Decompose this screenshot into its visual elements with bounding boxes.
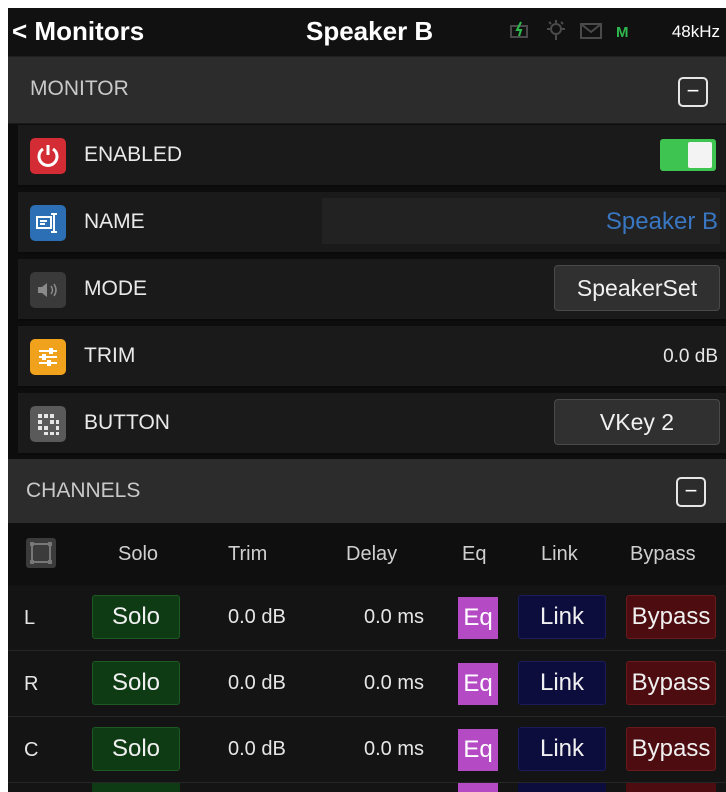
button-label: BUTTON <box>84 411 170 434</box>
link-button[interactable]: Link <box>518 661 606 705</box>
column-solo: Solo <box>118 543 159 565</box>
trim-row: TRIM 0.0 dB <box>18 326 726 388</box>
select-all-icon[interactable] <box>26 538 56 568</box>
column-eq: Eq <box>462 543 487 565</box>
solo-button[interactable]: Solo <box>92 661 180 705</box>
monitor-section-header: MONITOR − <box>8 57 726 124</box>
bypass-button[interactable]: Bypass <box>626 727 716 771</box>
channel-delay[interactable]: 0.0 ms <box>364 738 424 761</box>
column-link: Link <box>541 543 578 565</box>
channel-row: L Solo 0.0 dB 0.0 ms Eq Link Bypass <box>8 585 726 651</box>
channel-delay[interactable]: 0.0 ms <box>364 672 424 695</box>
enabled-row: ENABLED <box>18 125 726 187</box>
name-input-value: Speaker B <box>605 208 718 235</box>
name-label: NAME <box>84 210 145 233</box>
sliders-icon <box>30 339 66 375</box>
column-bypass: Bypass <box>630 543 696 565</box>
trim-value[interactable]: 0.0 dB <box>663 346 718 368</box>
channel-delay[interactable]: 0.0 ms <box>364 606 424 629</box>
sample-rate: 48kHz <box>671 22 720 41</box>
speaker-icon <box>30 272 66 308</box>
mode-dropdown[interactable]: SpeakerSet <box>554 265 720 311</box>
link-button[interactable]: Link <box>518 595 606 639</box>
channel-trim[interactable]: 0.0 dB <box>228 606 286 629</box>
mode-label: MODE <box>84 277 147 300</box>
link-button[interactable] <box>518 783 606 792</box>
column-trim: Trim <box>228 543 268 565</box>
mode-row: MODE SpeakerSet <box>18 259 726 321</box>
top-bar: < Monitors Speaker B M 48kHz <box>8 8 726 57</box>
eq-button[interactable] <box>458 783 498 792</box>
solo-button[interactable]: Solo <box>92 595 180 639</box>
button-dropdown[interactable]: VKey 2 <box>554 399 720 445</box>
channel-name: L <box>24 607 36 629</box>
link-button[interactable]: Link <box>518 727 606 771</box>
channel-name: R <box>24 673 39 695</box>
power-status-icon <box>510 21 532 44</box>
monitor-collapse-button[interactable]: − <box>678 77 708 107</box>
mail-status-icon <box>580 22 602 44</box>
app-window: < Monitors Speaker B M 48kHz MONITOR − E… <box>8 8 726 792</box>
name-tag-icon <box>30 205 66 241</box>
eq-button[interactable]: Eq <box>458 597 498 639</box>
toggle-knob <box>688 142 712 168</box>
status-flag: M <box>616 23 629 41</box>
column-delay: Delay <box>346 543 398 565</box>
solo-button[interactable]: Solo <box>92 727 180 771</box>
trim-label: TRIM <box>84 344 136 367</box>
eq-button[interactable]: Eq <box>458 663 498 705</box>
channel-row-partial <box>8 783 726 792</box>
bypass-button[interactable]: Bypass <box>626 595 716 639</box>
channel-trim[interactable]: 0.0 dB <box>228 738 286 761</box>
name-row: NAME Speaker B <box>18 192 726 254</box>
light-status-icon <box>546 20 566 45</box>
channels-collapse-button[interactable]: − <box>676 477 706 507</box>
button-row: BUTTON VKey 2 <box>18 393 726 455</box>
channel-column-headers: Solo Trim Delay Eq Link Bypass <box>8 523 726 585</box>
channel-row: R Solo 0.0 dB 0.0 ms Eq Link Bypass <box>8 651 726 717</box>
power-icon <box>30 138 66 174</box>
enabled-toggle[interactable] <box>660 139 716 171</box>
channel-trim[interactable]: 0.0 dB <box>228 672 286 695</box>
channels-section-header: CHANNELS − <box>8 459 726 524</box>
eq-button[interactable]: Eq <box>458 729 498 771</box>
monitor-section-label: MONITOR <box>30 77 129 100</box>
channel-name: C <box>24 739 39 761</box>
enabled-label: ENABLED <box>84 143 183 166</box>
status-icons: M <box>510 20 629 45</box>
keypad-icon <box>30 406 66 442</box>
solo-button[interactable] <box>92 783 180 792</box>
page-title: Speaker B <box>306 16 434 46</box>
bypass-button[interactable] <box>626 783 716 792</box>
name-input[interactable]: Speaker B <box>322 198 720 244</box>
channel-row: C Solo 0.0 dB 0.0 ms Eq Link Bypass <box>8 717 726 783</box>
channels-section-label: CHANNELS <box>26 479 141 502</box>
back-button[interactable]: < Monitors <box>12 16 144 47</box>
bypass-button[interactable]: Bypass <box>626 661 716 705</box>
